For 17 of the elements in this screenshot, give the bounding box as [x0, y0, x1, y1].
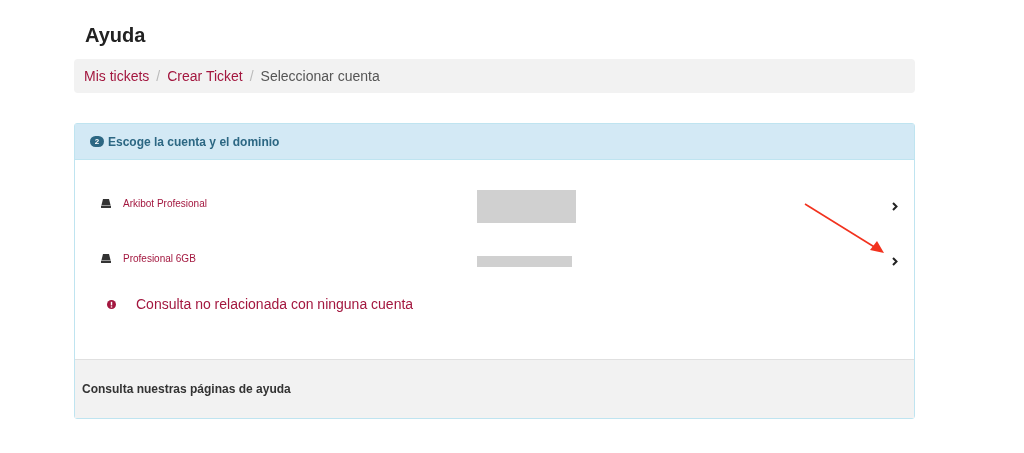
account-link[interactable]: Arkibot Profesional [123, 196, 207, 211]
chevron-right-icon[interactable] [892, 202, 898, 211]
alert-icon [107, 300, 116, 309]
step-number-badge: 2 [90, 136, 104, 147]
breadcrumb-link[interactable]: Mis tickets [84, 65, 150, 87]
breadcrumb-link[interactable]: Crear Ticket [167, 65, 243, 87]
help-pages-text: Consulta nuestras páginas de ayuda [82, 381, 291, 398]
hard-drive-icon [101, 254, 111, 263]
breadcrumb-current: Seleccionar cuenta [260, 66, 380, 86]
chevron-right-icon[interactable] [892, 257, 898, 266]
account-link[interactable]: Profesional 6GB [123, 251, 196, 266]
separator: / [156, 66, 161, 86]
separator: / [249, 66, 254, 86]
no-account-link[interactable]: Consulta no relacionada con ninguna cuenta [136, 294, 414, 315]
step-title: Escoge la cuenta y el dominio [108, 133, 280, 151]
page-title: Ayuda [85, 23, 147, 48]
hard-drive-icon [101, 199, 111, 208]
